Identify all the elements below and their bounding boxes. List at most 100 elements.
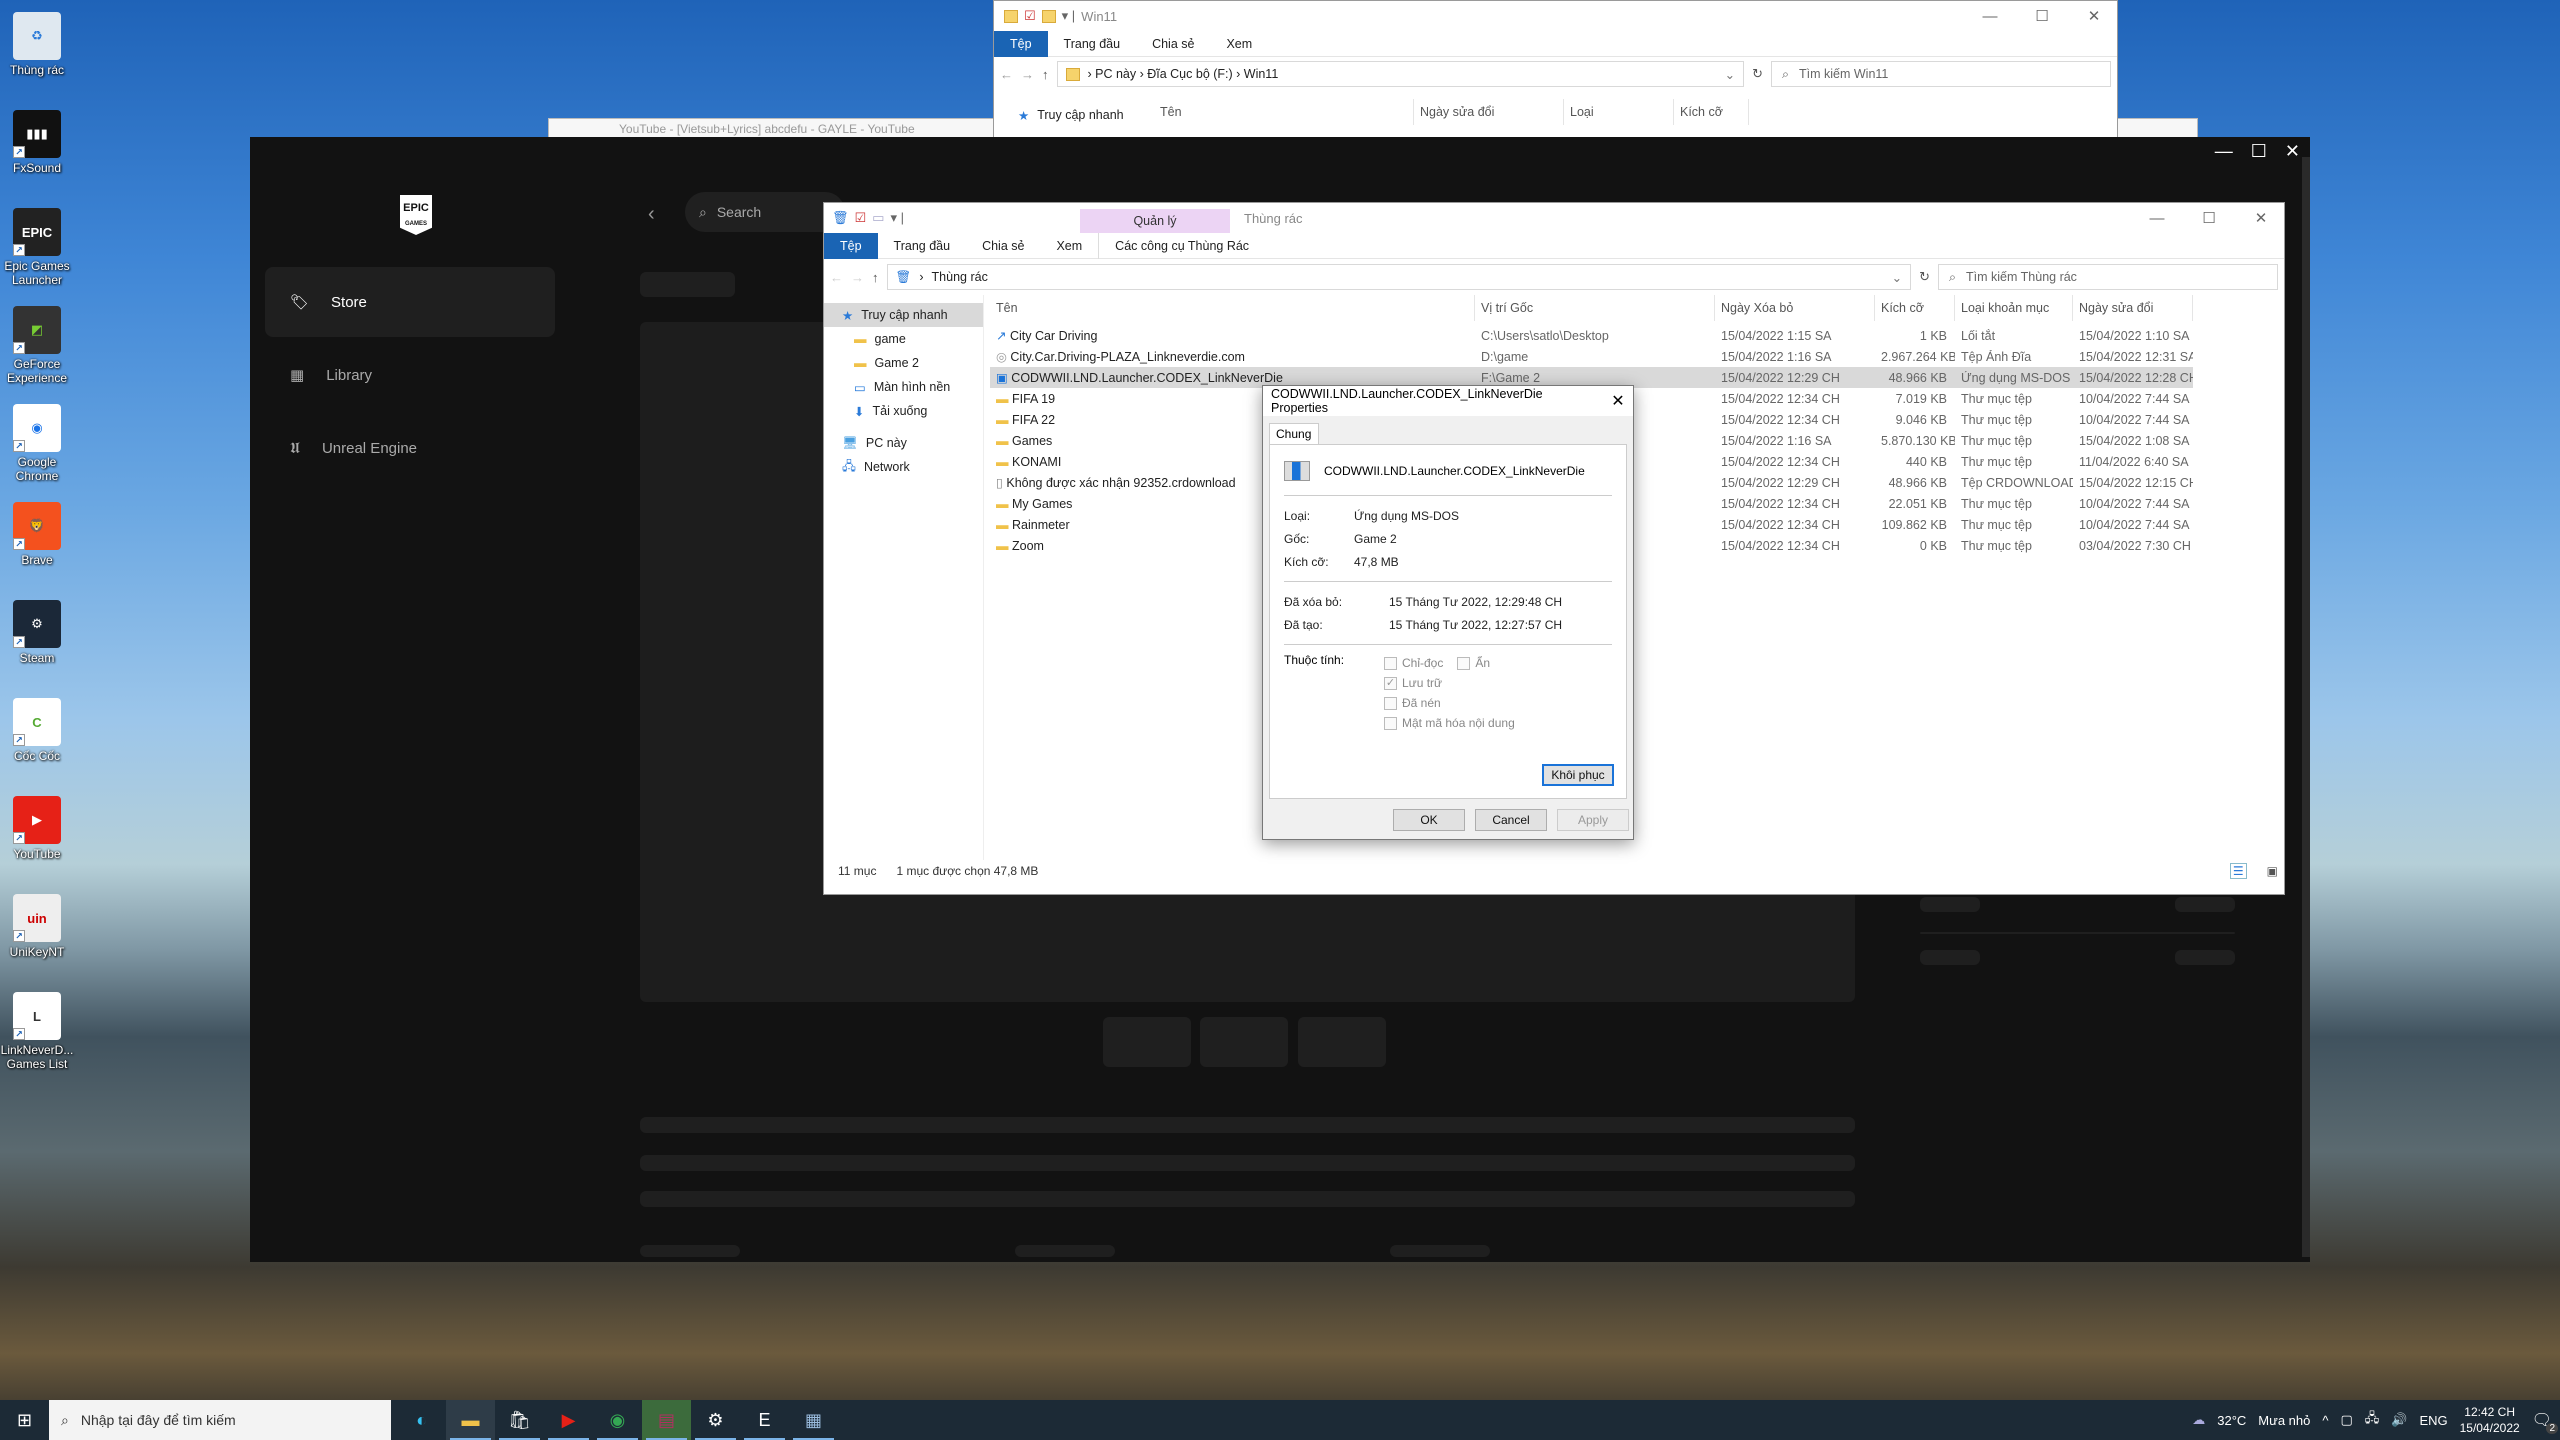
apply-button[interactable]: Apply (1557, 809, 1629, 831)
weather-temp[interactable]: 32°C (2217, 1413, 2246, 1428)
ribbon-tab[interactable]: Xem (1210, 31, 1268, 57)
ribbon-tab[interactable]: Chia sẻ (1136, 31, 1210, 57)
nav-item[interactable]: ⬇ Tải xuống (824, 399, 983, 423)
ribbon-tab-recycle-tools[interactable]: Các công cụ Thùng Rác (1098, 232, 1265, 259)
attribute-checkbox[interactable]: Ẩn (1457, 653, 1490, 673)
address-bar[interactable]: › PC này › Đĩa Cục bộ (F:) › Win11 ⌄ (1056, 61, 1745, 87)
nav-quick-access[interactable]: ★ Truy cập nhanh (1018, 103, 1154, 127)
column-header[interactable]: Tên (1154, 99, 1414, 125)
epic-nav-store[interactable]: 🏷 Store (265, 267, 555, 337)
column-header[interactable]: Ngày sửa đổi (2073, 295, 2193, 321)
nav-item[interactable]: ▭ Màn hình nền (824, 375, 983, 399)
close-button[interactable]: ✕ (2238, 209, 2284, 227)
taskbar-app[interactable]: ▶ (544, 1400, 593, 1440)
nav-item[interactable]: ★ Truy cập nhanh (824, 303, 983, 327)
refresh-icon[interactable]: ↻ (1752, 66, 1763, 82)
maximize-button[interactable]: ☐ (2251, 141, 2267, 162)
ok-button[interactable]: OK (1393, 809, 1465, 831)
column-header[interactable]: Tên (990, 295, 1475, 321)
ribbon-tab[interactable]: Trang đầu (878, 233, 967, 259)
meet-now-icon[interactable]: ▢ (2340, 1412, 2352, 1428)
taskbar-app[interactable]: ▦ (789, 1400, 838, 1440)
restore-button[interactable]: Khôi phục (1542, 764, 1614, 786)
refresh-icon[interactable]: ↻ (1919, 269, 1930, 285)
back-icon[interactable]: ← (1000, 67, 1013, 82)
taskbar-app[interactable]: ◐ (397, 1400, 446, 1440)
back-icon[interactable]: ← (830, 270, 843, 285)
close-button[interactable]: ✕ (2071, 7, 2117, 25)
tab-general[interactable]: Chung (1269, 423, 1319, 445)
column-header[interactable]: Loại (1564, 99, 1674, 125)
notifications-icon[interactable]: 🗨 2 (2532, 1410, 2558, 1434)
details-view-button[interactable]: ☰ (2229, 863, 2247, 879)
desktop-icon[interactable]: ◩ ↗ GeForce Experience (0, 306, 74, 385)
desktop-icon[interactable]: ⚙ ↗ Steam (0, 600, 74, 665)
desktop-icon[interactable]: ▮▮▮ ↗ FxSound (0, 110, 74, 175)
file-row[interactable]: ↗ City Car Driving C:\Users\satlo\Desktop… (990, 325, 2193, 346)
minimize-button[interactable]: — (1967, 8, 2013, 25)
desktop-icon[interactable]: ♻ Thùng rác (0, 12, 74, 77)
carousel-thumb[interactable] (1298, 1017, 1386, 1067)
show-hidden-icons[interactable]: ^ (2322, 1413, 2328, 1428)
ribbon-tab[interactable]: Tệp (994, 30, 1048, 57)
maximize-button[interactable]: ☐ (2019, 7, 2065, 25)
column-header[interactable]: Vị trí Gốc (1475, 295, 1715, 321)
search-input[interactable]: ⌕ Tìm kiếm Thùng rác (1938, 264, 2278, 290)
carousel-thumb[interactable] (1200, 1017, 1288, 1067)
close-button[interactable]: ✕ (1603, 391, 1633, 411)
tiles-view-button[interactable]: ▣ (2267, 864, 2278, 878)
column-header[interactable]: Ngày sửa đổi (1414, 99, 1564, 125)
forward-icon[interactable]: → (1021, 67, 1034, 82)
address-bar[interactable]: 🗑 › Thùng rác ⌄ (886, 264, 1912, 290)
up-icon[interactable]: ↑ (872, 270, 879, 285)
forward-icon[interactable]: → (851, 270, 864, 285)
carousel-thumb[interactable] (1103, 1017, 1191, 1067)
ribbon-tab[interactable]: Trang đầu (1048, 31, 1137, 57)
minimize-button[interactable]: — (2134, 210, 2180, 227)
explorer-window-win11[interactable]: ☑ ▾ | Win11 — ☐ ✕ Tệp Trang đầu Chia sẻ Xem… (993, 0, 2118, 140)
network-icon[interactable]: 🖧 (2365, 1409, 2380, 1431)
taskbar-search[interactable]: ⌕ Nhập tại đây để tìm kiếm (49, 1400, 391, 1440)
epic-nav-library[interactable]: ▦ Library (265, 340, 555, 410)
attribute-checkbox[interactable]: Chỉ-đọc (1384, 653, 1443, 673)
taskbar-app[interactable]: ◉ (593, 1400, 642, 1440)
search-input[interactable]: ⌕ Tìm kiếm Win11 (1771, 61, 2111, 87)
up-icon[interactable]: ↑ (1042, 67, 1049, 82)
nav-item[interactable]: 🖧 Network (824, 455, 983, 479)
clock[interactable]: 12:42 CH 15/04/2022 (2460, 1404, 2520, 1436)
desktop-icon[interactable]: C ↗ Cốc Cốc (0, 698, 74, 763)
nav-item[interactable]: 🖥 PC này (824, 431, 983, 455)
volume-icon[interactable]: 🔊 (2391, 1412, 2407, 1428)
desktop-icon[interactable]: uin ↗ UniKeyNT (0, 894, 74, 959)
column-header[interactable]: Kích cỡ (1674, 99, 1749, 125)
back-button[interactable]: ‹ (648, 203, 655, 226)
column-header[interactable]: Ngày Xóa bỏ (1715, 295, 1875, 321)
minimize-button[interactable]: — (2215, 141, 2233, 162)
attribute-checkbox[interactable]: ✓ Lưu trữ (1384, 673, 1515, 693)
weather-desc[interactable]: Mưa nhỏ (2258, 1413, 2310, 1428)
taskbar-app[interactable]: ⚙ (691, 1400, 740, 1440)
store-search-input[interactable]: ⌕ Search (685, 192, 845, 232)
maximize-button[interactable]: ☐ (2186, 209, 2232, 227)
attribute-checkbox[interactable]: Mật mã hóa nội dung (1384, 713, 1515, 733)
file-row[interactable]: ◎ City.Car.Driving-PLAZA_Linkneverdie.co… (990, 346, 2193, 367)
scrollbar[interactable] (2302, 157, 2310, 1257)
language-indicator[interactable]: ENG (2419, 1413, 2447, 1428)
desktop-icon[interactable]: ◉ ↗ Google Chrome (0, 404, 74, 483)
nav-item[interactable]: ▬ Game 2 (824, 351, 983, 375)
properties-dialog[interactable]: CODWWII.LND.Launcher.CODEX_LinkNeverDie … (1262, 385, 1634, 840)
ribbon-tab[interactable]: Chia sẻ (966, 233, 1040, 259)
column-header[interactable]: Kích cỡ (1875, 295, 1955, 321)
taskbar-app[interactable]: E (740, 1400, 789, 1440)
ribbon-tab[interactable]: Xem (1040, 233, 1098, 259)
attribute-checkbox[interactable]: Đã nén (1384, 693, 1515, 713)
weather-icon[interactable]: ☁ (2192, 1412, 2205, 1428)
ribbon-tab[interactable]: Tệp (824, 232, 878, 259)
taskbar-app[interactable]: ▤ (642, 1400, 691, 1440)
nav-item[interactable]: ▬ game (824, 327, 983, 351)
desktop-icon[interactable]: 🦁 ↗ Brave (0, 502, 74, 567)
close-button[interactable]: ✕ (2285, 141, 2300, 162)
taskbar-app[interactable]: ▬ (446, 1400, 495, 1440)
desktop-icon[interactable]: EPIC ↗ Epic Games Launcher (0, 208, 74, 287)
desktop-icon[interactable]: L ↗ LinkNeverD... Games List (0, 992, 74, 1071)
